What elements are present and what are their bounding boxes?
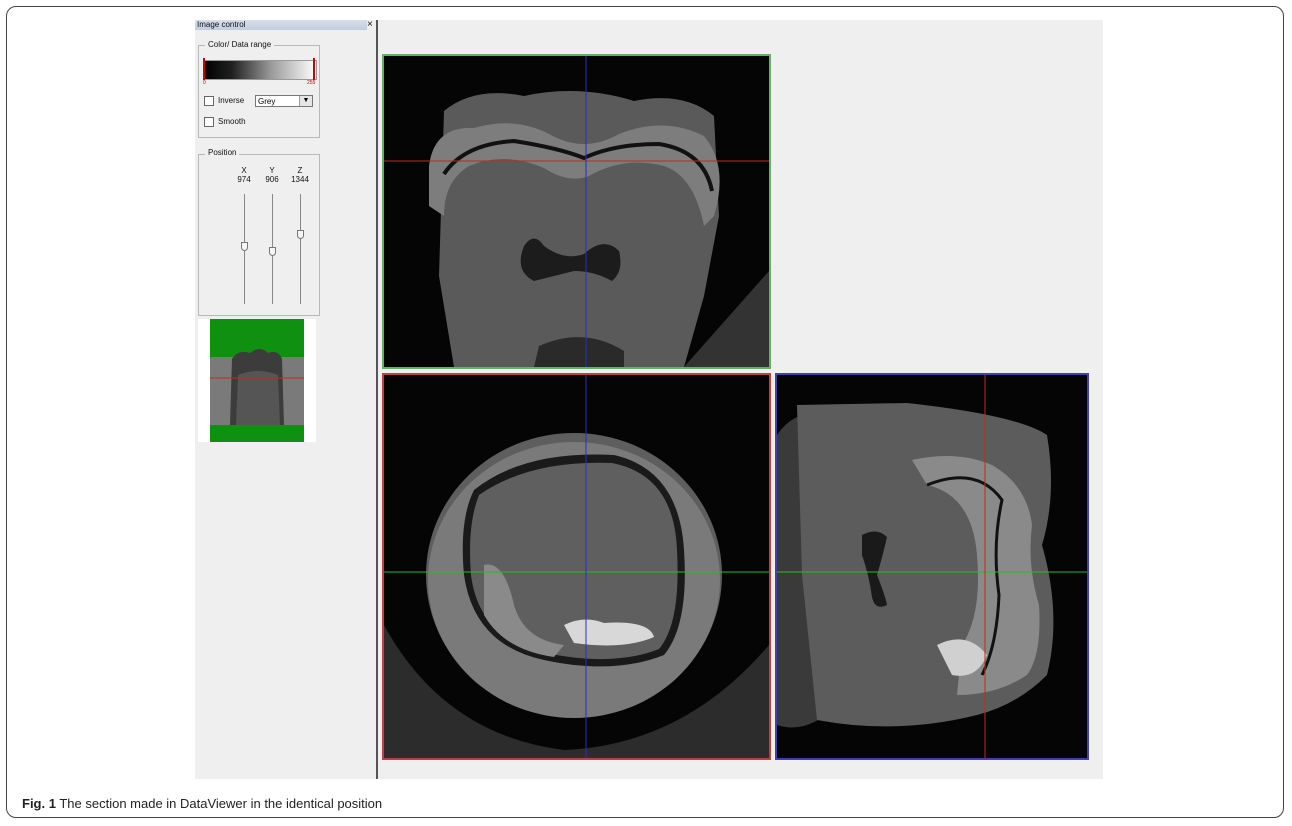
coronal-slice-image bbox=[384, 56, 769, 367]
z-slider-thumb[interactable] bbox=[297, 230, 304, 239]
smooth-checkbox[interactable] bbox=[204, 117, 214, 127]
inverse-label: Inverse bbox=[218, 96, 245, 105]
color-range-group bbox=[198, 45, 320, 138]
chevron-down-icon[interactable]: ▼ bbox=[299, 96, 312, 106]
axial-view[interactable] bbox=[382, 373, 771, 760]
inverse-checkbox[interactable] bbox=[204, 96, 214, 106]
coronal-view[interactable] bbox=[382, 54, 771, 369]
color-range-legend: Color/ Data range bbox=[205, 40, 275, 49]
image-control-panel: Image control × Color/ Data range 0 255 … bbox=[195, 19, 375, 779]
position-legend: Position bbox=[205, 148, 240, 157]
range-min-handle[interactable] bbox=[203, 58, 205, 80]
range-max-label: 255 bbox=[307, 80, 316, 86]
colormap-select[interactable]: Grey ▼ bbox=[255, 95, 313, 107]
thumbnail-image bbox=[210, 319, 304, 442]
axis-y-value: 906 bbox=[265, 175, 279, 184]
axis-z-name: Z bbox=[297, 166, 303, 175]
axis-y-name: Y bbox=[269, 166, 275, 175]
z-slider-track[interactable] bbox=[300, 194, 301, 304]
range-max-handle[interactable] bbox=[313, 58, 315, 80]
axial-slice-image bbox=[384, 375, 769, 758]
colormap-value: Grey bbox=[258, 97, 276, 106]
x-slider-thumb[interactable] bbox=[241, 242, 248, 251]
color-range-bar[interactable] bbox=[203, 60, 317, 80]
figure-caption: Fig. 1 The section made in DataViewer in… bbox=[22, 796, 382, 811]
caption-label: Fig. 1 bbox=[22, 796, 56, 811]
axis-x-value: 974 bbox=[237, 175, 251, 184]
range-min-label: 0 bbox=[203, 80, 206, 86]
axis-x-name: X bbox=[241, 166, 247, 175]
panel-title: Image control bbox=[195, 20, 367, 30]
panel-splitter[interactable] bbox=[376, 20, 378, 779]
sagittal-slice-image bbox=[777, 375, 1087, 758]
dataviewer-window: Image control × Color/ Data range 0 255 … bbox=[195, 19, 1103, 779]
overview-thumbnail[interactable] bbox=[198, 319, 316, 442]
y-slider-thumb[interactable] bbox=[269, 247, 276, 256]
sagittal-view[interactable] bbox=[775, 373, 1089, 760]
smooth-label: Smooth bbox=[218, 117, 246, 126]
close-panel-button[interactable]: × bbox=[367, 19, 373, 30]
caption-text: The section made in DataViewer in the id… bbox=[59, 796, 383, 811]
axis-z-value: 1344 bbox=[291, 175, 309, 184]
